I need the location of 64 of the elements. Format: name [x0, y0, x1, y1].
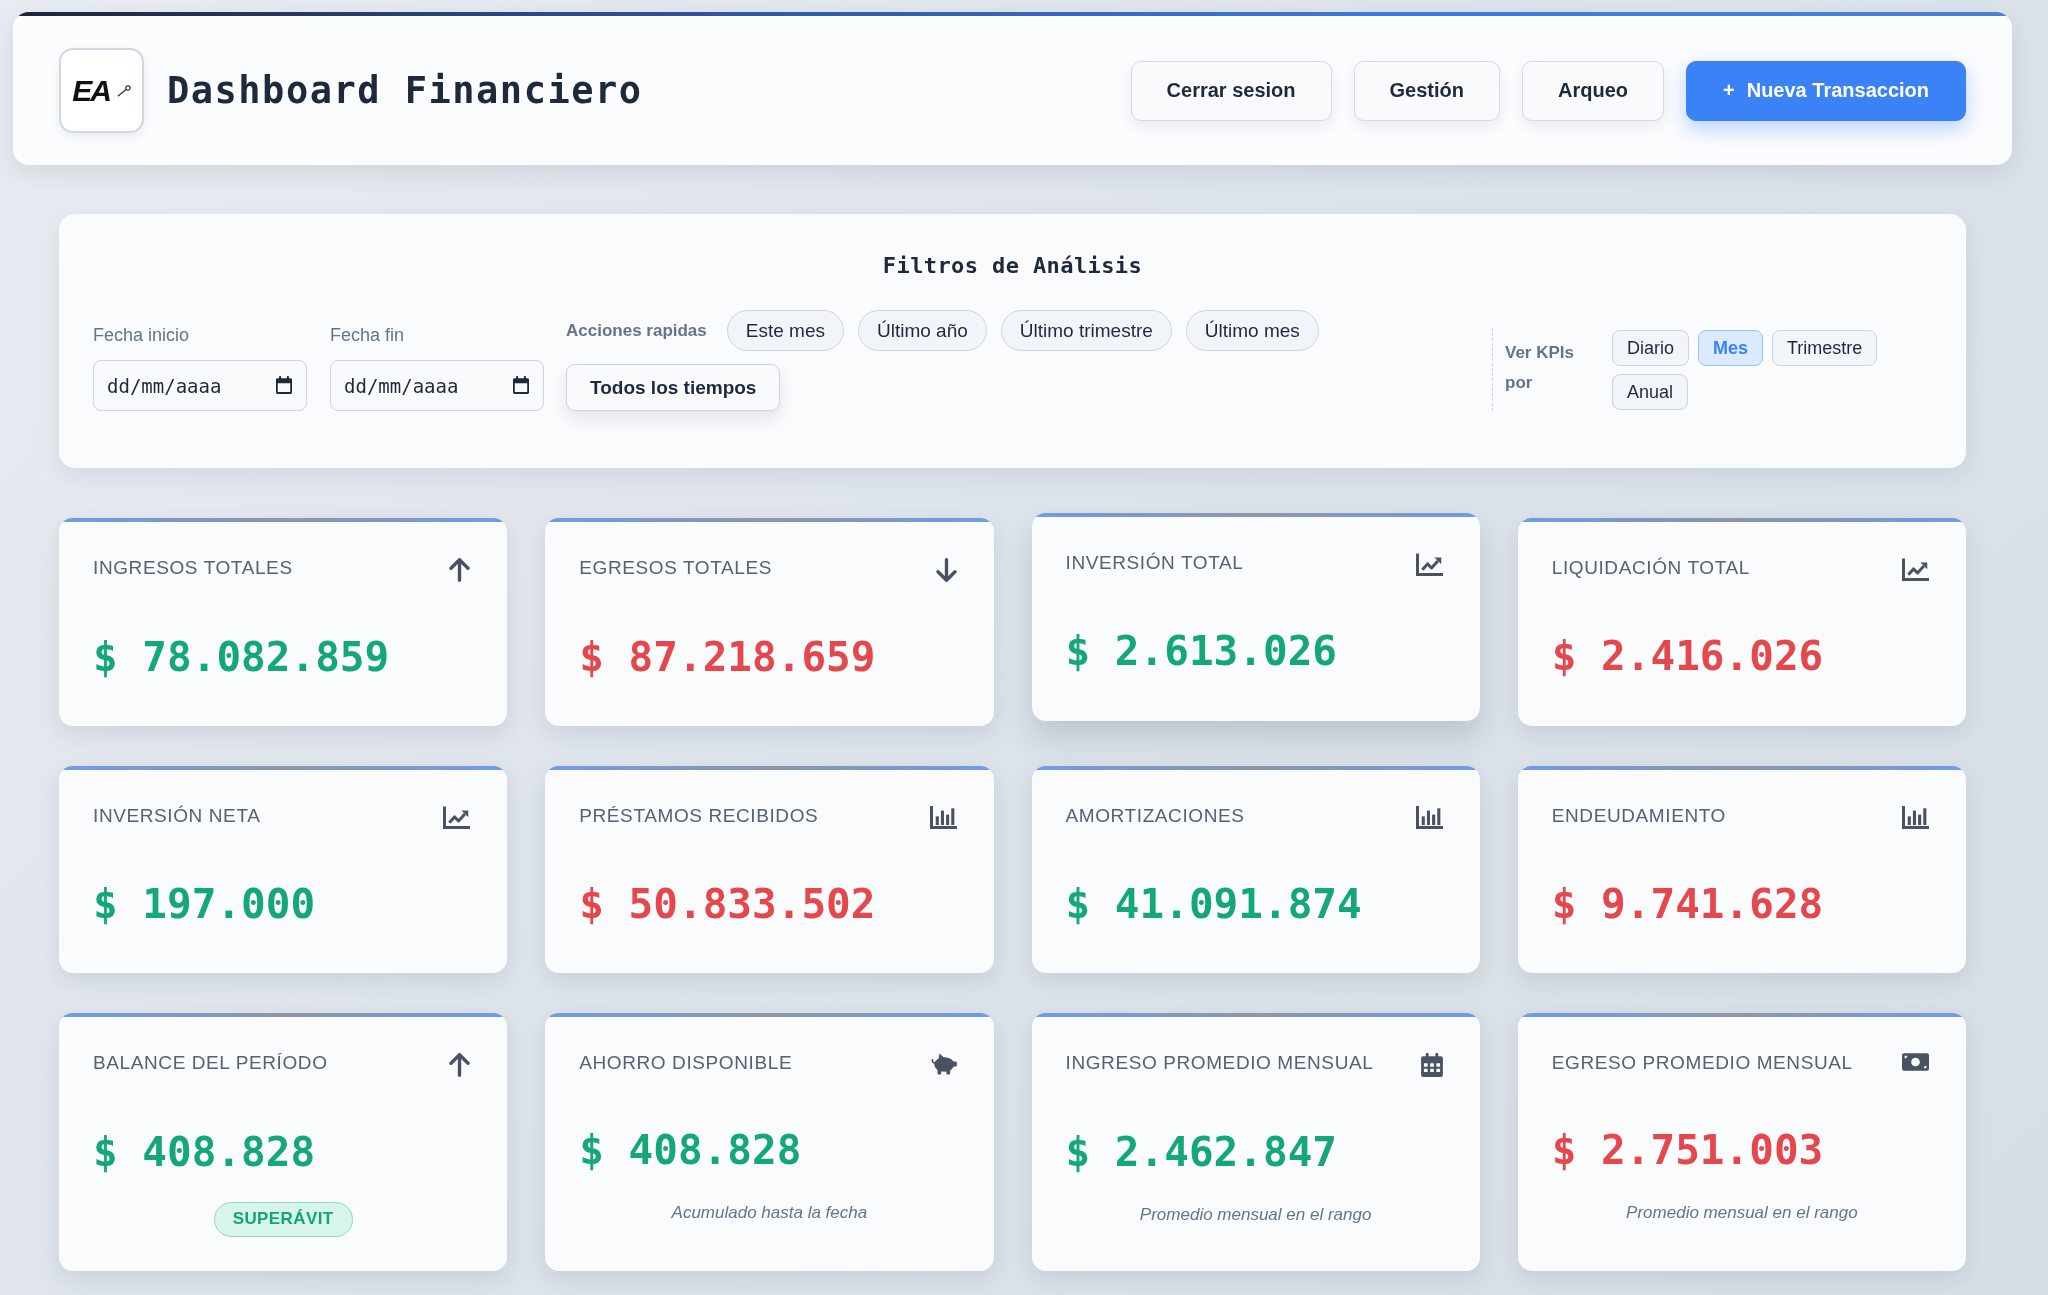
bar-chart-icon [1902, 806, 1929, 829]
bar-chart-icon [1415, 806, 1443, 829]
bar-chart-icon [929, 806, 957, 829]
line-chart-icon [1415, 553, 1443, 576]
banknote-icon [1902, 1053, 1929, 1071]
kpi-value: $ 50.833.502 [579, 879, 876, 929]
logo-text: EA [72, 75, 111, 106]
section-title: Filtros de Análisis [882, 252, 1143, 280]
line-node-icon [116, 84, 131, 97]
kpi-label: INGRESOS TOTALES [93, 556, 293, 580]
kpi-value: $ 2.416.026 [1551, 631, 1824, 681]
calendar-icon [1420, 1053, 1443, 1077]
kpi-value: $ 2.613.026 [1065, 626, 1338, 676]
quick-actions-label: Acciones rapidas [566, 320, 707, 341]
date-input[interactable]: dd/mm/aaaa [330, 360, 544, 411]
date-input[interactable]: dd/mm/aaaa [93, 360, 307, 411]
kpi-label: INVERSIÓN TOTAL [1065, 551, 1244, 575]
kpi-value: $ 78.082.859 [93, 632, 390, 682]
period-option[interactable]: Diario [1612, 330, 1689, 366]
kpi-value: $ 41.091.874 [1065, 879, 1362, 929]
calendar-icon [276, 376, 292, 394]
kpi-value: $ 9.741.628 [1551, 879, 1824, 929]
kpi-label: EGRESO PROMEDIO MENSUAL [1551, 1051, 1853, 1075]
calendar-icon [513, 376, 529, 394]
kpi-label: EGRESOS TOTALES [579, 556, 772, 580]
kpi-note: Promedio mensual en el rango [1139, 1204, 1372, 1226]
quick-filter-chip[interactable]: Último trimestre [1000, 310, 1172, 351]
kpi-value: $ 87.218.659 [579, 632, 876, 682]
page-title: Dashboard Financiero [167, 69, 643, 112]
quick-filter-chip[interactable]: Este mes [726, 310, 844, 351]
header-button[interactable]: Cerrar sesion [1130, 60, 1332, 121]
line-chart-icon [443, 806, 471, 829]
piggy-bank-icon [930, 1053, 957, 1075]
header-button[interactable]: Arqueo [1522, 60, 1664, 121]
kpi-label: LIQUIDACIÓN TOTAL [1551, 556, 1750, 580]
header-button[interactable]: Gestión [1353, 60, 1500, 121]
kpi-label: AHORRO DISPONIBLE [579, 1051, 793, 1075]
period-label: Ver KPIs por [1505, 342, 1575, 394]
kpi-label: INGRESO PROMEDIO MENSUAL [1065, 1051, 1374, 1075]
kpi-label: PRÉSTAMOS RECIBIDOS [579, 804, 819, 828]
kpi-label: ENDEUDAMIENTO [1551, 804, 1726, 828]
arrow-up-icon [449, 1053, 471, 1077]
kpi-label: INVERSIÓN NETA [93, 804, 261, 828]
kpi-value: $ 408.828 [93, 1127, 316, 1177]
kpi-value: $ 2.462.847 [1065, 1127, 1338, 1177]
primary-button[interactable]: + Nueva Transaccion [1686, 60, 1966, 121]
arrow-up-icon [449, 558, 471, 582]
quick-filter-chip[interactable]: Último mes [1185, 310, 1319, 351]
field-label: Fecha fin [330, 324, 405, 347]
period-option[interactable]: Trimestre [1772, 330, 1878, 366]
kpi-value: $ 408.828 [579, 1125, 802, 1175]
quick-filter-chip[interactable]: Último año [858, 310, 987, 351]
kpi-note: Promedio mensual en el rango [1626, 1202, 1858, 1224]
field-label: Fecha inicio [93, 324, 190, 347]
period-option[interactable]: Anual [1612, 374, 1689, 410]
arrow-down-icon [935, 558, 957, 582]
kpi-label: BALANCE DEL PERÍODO [93, 1051, 328, 1075]
all-time-button[interactable]: Todos los tiempos [566, 364, 781, 411]
line-chart-icon [1902, 558, 1929, 581]
kpi-label: AMORTIZACIONES [1065, 804, 1245, 828]
status-badge: SUPERÁVIT [213, 1202, 353, 1237]
kpi-note: Acumulado hasta la fecha [671, 1202, 868, 1224]
kpi-value: $ 2.751.003 [1551, 1125, 1824, 1175]
kpi-value: $ 197.000 [93, 879, 316, 929]
